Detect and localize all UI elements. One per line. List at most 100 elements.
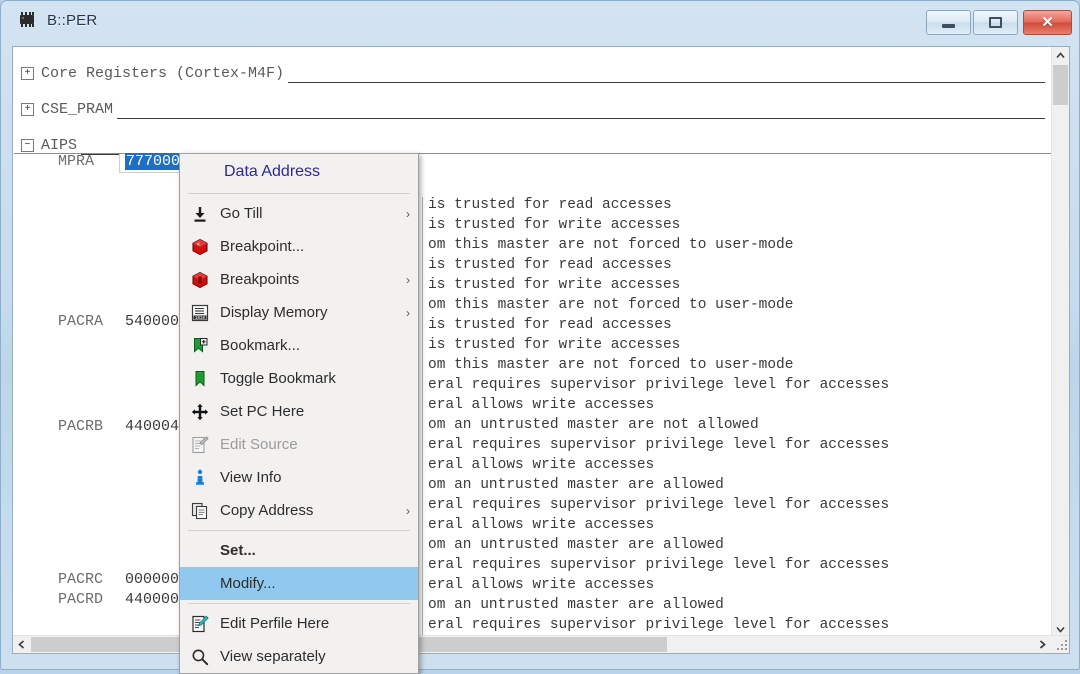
menu-item-go-till[interactable]: Go Till › [180, 197, 418, 230]
context-menu-header-label: Data Address [224, 163, 321, 180]
register-name: MPRA [58, 153, 95, 170]
chevron-right-icon [1039, 640, 1046, 649]
description-column: is trusted for read accesses is trusted f… [428, 195, 1028, 653]
maximize-icon [989, 17, 1002, 28]
peripheral-view: + Core Registers (Cortex-M4F) + CSE_PRAM… [12, 46, 1070, 654]
menu-item-bookmark[interactable]: Bookmark... [180, 329, 418, 362]
menu-item-edit-perfile-here[interactable]: Edit Perfile Here [180, 607, 418, 640]
menu-item-label: Toggle Bookmark [220, 370, 336, 387]
expand-plus-icon[interactable]: + [21, 102, 34, 116]
menu-item-display-memory[interactable]: 1010 Display Memory › [180, 296, 418, 329]
menu-item-breakpoint[interactable]: Breakpoint... [180, 230, 418, 263]
menu-item-view-separately[interactable]: View separately [180, 640, 418, 673]
horizontal-scrollbar[interactable] [13, 635, 1069, 653]
description-line: is trusted for read accesses [428, 257, 672, 273]
menu-item-label: View Info [220, 469, 282, 486]
search-icon [180, 648, 220, 666]
description-line: is trusted for write accesses [428, 337, 681, 353]
description-line: is trusted for write accesses [428, 217, 681, 233]
scroll-left-button[interactable] [13, 636, 30, 653]
tree-node-core-registers[interactable]: + Core Registers (Cortex-M4F) [21, 61, 1045, 85]
menu-item-set[interactable]: Set... [180, 534, 418, 567]
menu-separator [188, 193, 410, 194]
description-line: om an untrusted master are allowed [428, 537, 724, 553]
description-line: is trusted for write accesses [428, 277, 681, 293]
tree-node-label: CSE_PRAM [41, 100, 114, 118]
context-menu[interactable]: Data Address Go Till › Breakpoint... Breakp… [179, 153, 419, 674]
close-icon: ✕ [1041, 14, 1054, 31]
menu-item-label: Modify... [220, 575, 276, 592]
menu-item-label: Display Memory [220, 304, 328, 321]
menu-item-label: Edit Source [220, 436, 298, 453]
description-line: eral requires supervisor privilege level… [428, 617, 890, 633]
minimize-icon [942, 24, 955, 28]
title-bar[interactable]: B::PER ✕ [2, 2, 1080, 38]
description-line: om this master are not forced to user-mo… [428, 237, 794, 253]
submenu-chevron-icon: › [406, 305, 410, 320]
menu-item-label: Set PC Here [220, 403, 305, 420]
menu-separator [188, 530, 410, 531]
chevron-left-icon [18, 640, 25, 649]
go-till-icon [180, 205, 220, 223]
collapse-minus-icon[interactable]: − [21, 138, 34, 152]
menu-item-set-pc-here[interactable]: Set PC Here [180, 395, 418, 428]
submenu-chevron-icon: › [406, 272, 410, 287]
menu-item-modify[interactable]: Modify... [180, 567, 418, 600]
chevron-up-icon [1056, 52, 1065, 59]
context-menu-header: Data Address [180, 154, 418, 190]
info-icon [180, 469, 220, 487]
menu-item-copy-address[interactable]: Copy Address › [180, 494, 418, 527]
submenu-chevron-icon: › [406, 503, 410, 518]
menu-item-label: Go Till [220, 205, 263, 222]
menu-separator [188, 603, 410, 604]
description-line: eral allows write accesses [428, 577, 655, 593]
description-line: om this master are not forced to user-mo… [428, 357, 794, 373]
description-line: is trusted for read accesses [428, 197, 672, 213]
bookmark-icon [180, 370, 220, 388]
register-name: PACRD [58, 591, 104, 608]
maximize-button[interactable] [973, 10, 1018, 35]
vertical-scroll-thumb[interactable] [1053, 65, 1068, 105]
tree-node-label: AIPS [41, 136, 78, 154]
bookmark-add-icon [180, 337, 220, 355]
window-title: B::PER [47, 11, 98, 29]
menu-item-toggle-bookmark[interactable]: Toggle Bookmark [180, 362, 418, 395]
close-button[interactable]: ✕ [1023, 10, 1072, 35]
context-menu-items: Go Till › Breakpoint... Breakpoints › 1010 Dis… [180, 197, 418, 673]
description-line: eral requires supervisor privilege level… [428, 557, 890, 573]
menu-item-label: Bookmark... [220, 337, 301, 354]
edit-source-icon [180, 435, 220, 454]
description-line: om this master are not forced to user-mo… [428, 297, 794, 313]
display-memory-icon: 1010 [180, 304, 220, 322]
description-line: eral requires supervisor privilege level… [428, 497, 890, 513]
tree-node-label: Core Registers (Cortex-M4F) [41, 64, 285, 82]
menu-item-breakpoints[interactable]: Breakpoints › [180, 263, 418, 296]
description-line: om an untrusted master are not allowed [428, 417, 759, 433]
breakpoints-icon [180, 271, 220, 289]
vertical-scrollbar[interactable] [1051, 47, 1069, 638]
expand-plus-icon[interactable]: + [21, 66, 34, 80]
menu-item-label: Set... [220, 542, 256, 559]
svg-text:1010: 1010 [195, 317, 206, 321]
submenu-chevron-icon: › [406, 206, 410, 221]
description-line: om an untrusted master are allowed [428, 477, 724, 493]
menu-item-edit-source: Edit Source [180, 428, 418, 461]
scroll-right-button[interactable] [1034, 636, 1051, 653]
resize-grip-icon[interactable] [1056, 639, 1069, 652]
breakpoint-icon [180, 238, 220, 256]
set-pc-icon [180, 403, 220, 421]
description-divider [422, 197, 423, 653]
window-controls: ✕ [926, 10, 1072, 35]
chevron-down-icon [1056, 626, 1065, 633]
description-line: eral requires supervisor privilege level… [428, 377, 890, 393]
description-line: is trusted for read accesses [428, 317, 672, 333]
menu-item-label: Copy Address [220, 502, 314, 519]
scroll-up-button[interactable] [1052, 47, 1069, 64]
menu-item-label: Breakpoint... [220, 238, 305, 255]
menu-item-label: View separately [220, 648, 326, 665]
tree-node-cse-pram[interactable]: + CSE_PRAM [21, 97, 1045, 121]
description-line: eral allows write accesses [428, 457, 655, 473]
menu-item-view-info[interactable]: View Info [180, 461, 418, 494]
minimize-button[interactable] [926, 10, 971, 35]
menu-item-label: Breakpoints [220, 271, 300, 288]
